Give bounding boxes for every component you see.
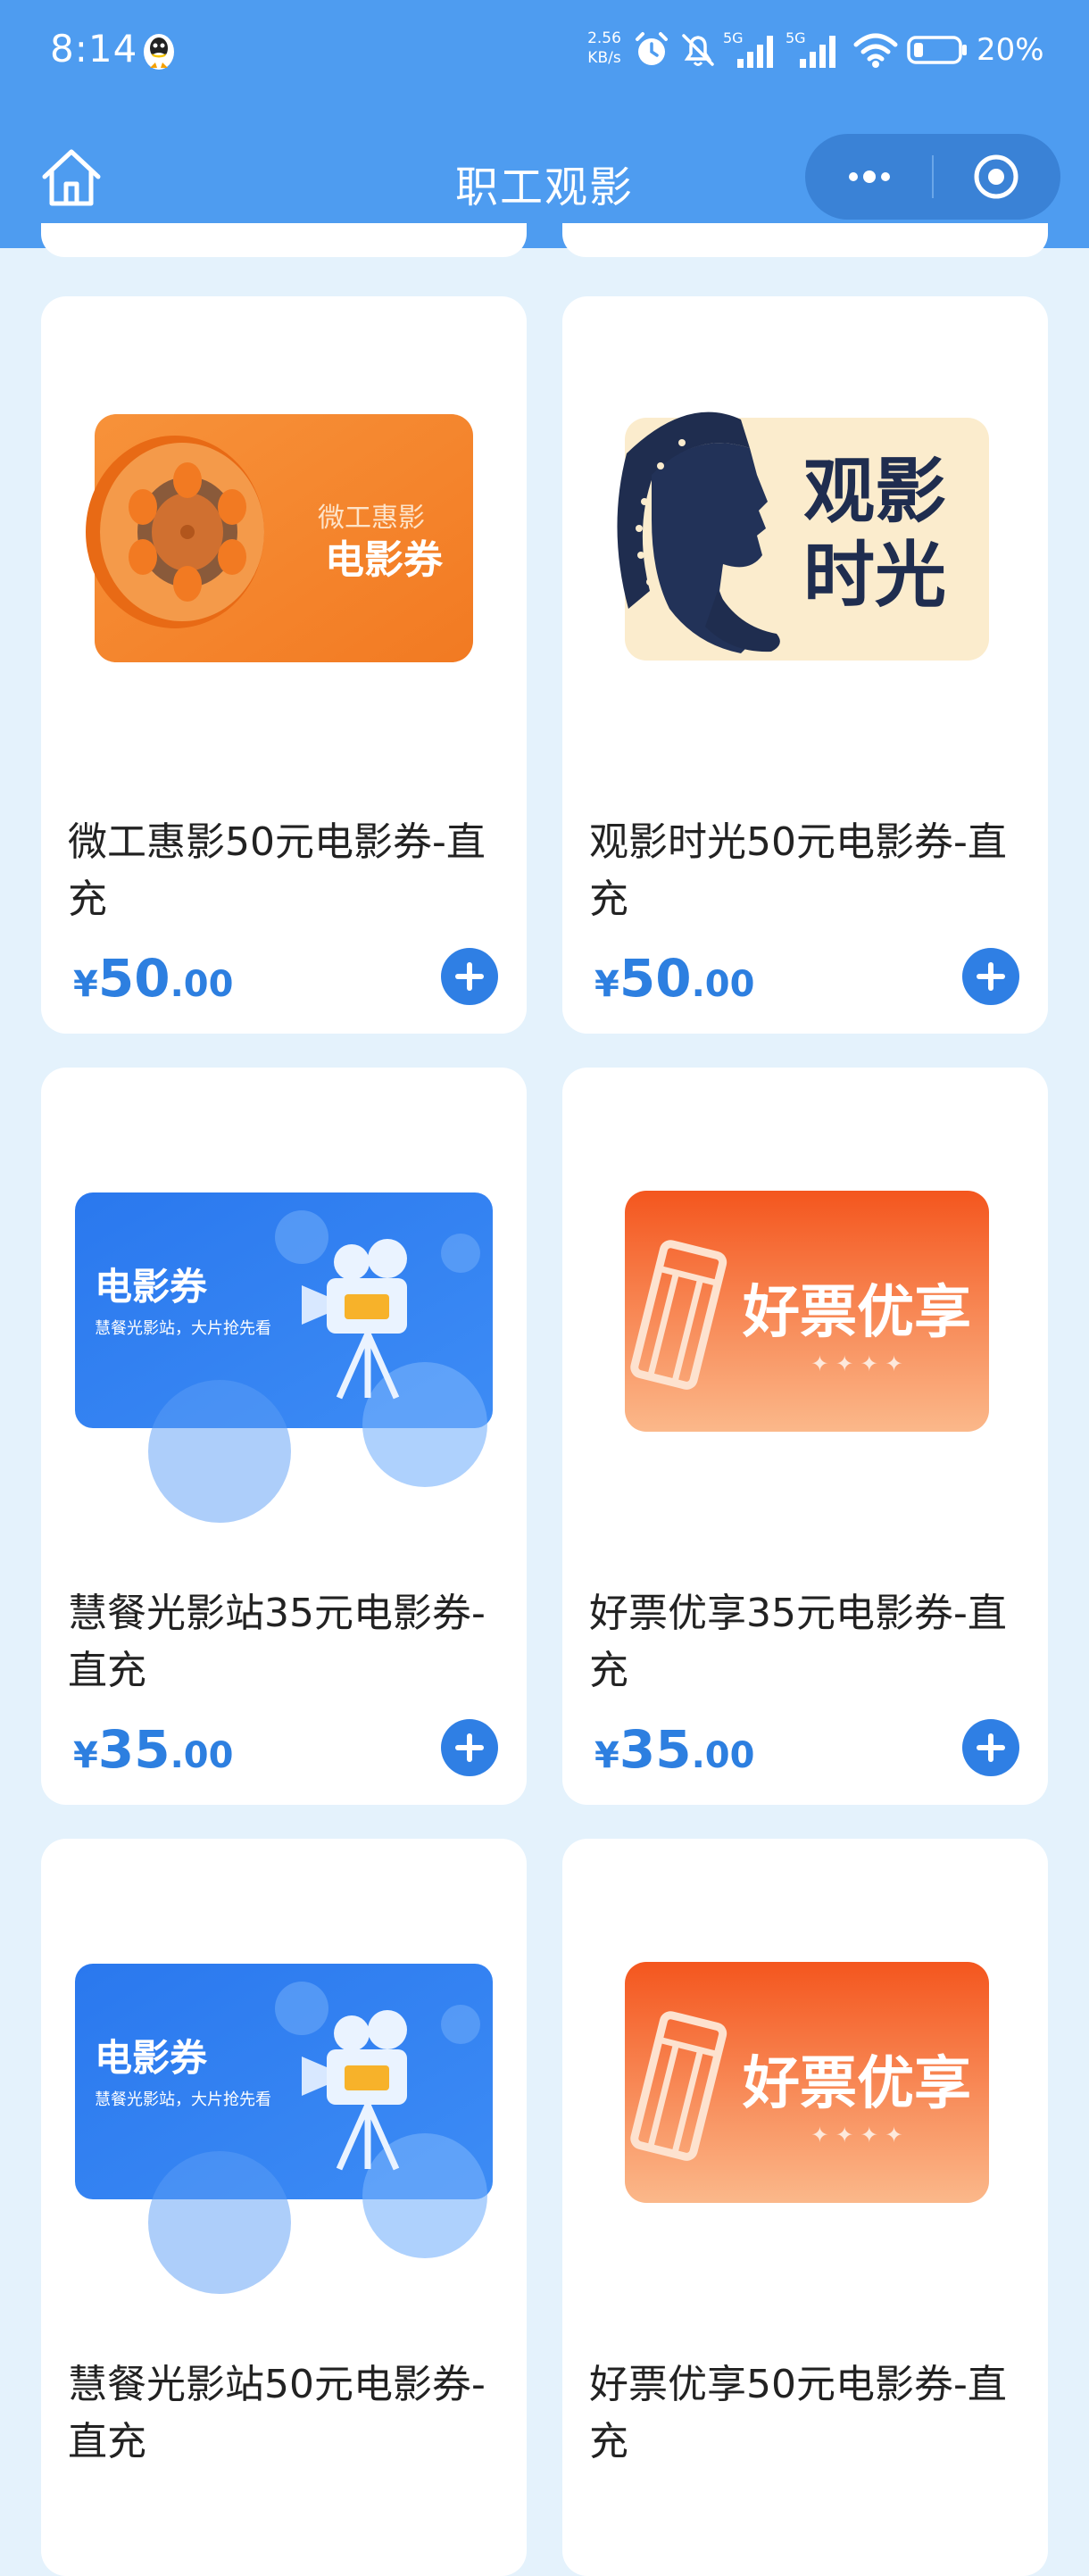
svg-text:✦ ✦ ✦ ✦: ✦ ✦ ✦ ✦	[811, 1351, 902, 1376]
image-title: 电影券	[95, 2036, 208, 2080]
product-card[interactable]: 电影券 慧餐光影站，大片抢先看 慧餐光影站50元电影券-直充	[41, 1839, 527, 2576]
product-card[interactable]: 观影 时光 观影时光50元电影券-直充 ¥50.00	[562, 296, 1048, 1034]
price-currency: ¥	[73, 964, 98, 1005]
price-integer: 50	[619, 948, 692, 1009]
price-decimal: .00	[691, 1735, 755, 1776]
network-speed-value: 2.56	[587, 29, 621, 47]
signal-5g-icon-2: 5G	[786, 30, 835, 68]
product-price: ¥35.00	[594, 1719, 754, 1780]
price-currency: ¥	[73, 1735, 98, 1776]
product-name[interactable]: 慧餐光影站35元电影券-直充	[68, 1585, 514, 1699]
previous-card-bottom	[41, 223, 527, 257]
product-name[interactable]: 微工惠影50元电影券-直充	[68, 814, 514, 928]
product-image-ticket: 好票优享 ✦ ✦ ✦ ✦	[625, 1962, 989, 2203]
image-big-text: 电影券	[325, 537, 444, 583]
price-decimal: .00	[170, 964, 234, 1005]
add-to-cart-button[interactable]	[962, 948, 1019, 1005]
product-image-film-reel: 微工惠影 电影券	[86, 414, 473, 662]
price-currency: ¥	[594, 1735, 619, 1776]
price-integer: 35	[97, 1719, 170, 1780]
price-integer: 35	[619, 1719, 692, 1780]
svg-text:5G: 5G	[723, 30, 744, 46]
product-card[interactable]: 好票优享 ✦ ✦ ✦ ✦ 好票优享50元电影券-直充	[562, 1839, 1048, 2576]
image-subtitle: 慧餐光影站，大片抢先看	[95, 1319, 271, 1338]
price-integer: 50	[97, 948, 170, 1009]
product-price: ¥50.00	[594, 948, 754, 1009]
close-target-icon[interactable]	[971, 152, 1021, 202]
image-title: 好票优享	[742, 2051, 971, 2117]
previous-card-bottom-2	[562, 223, 1048, 257]
image-title: 好票优享	[742, 1280, 971, 1346]
image-line2: 时光	[803, 534, 946, 617]
image-title: 电影券	[95, 1265, 208, 1309]
app-header: 8:14 2.56 KB/s 5G 5G 20% 职工观影	[0, 0, 1089, 248]
battery-percent: 20%	[977, 32, 1044, 68]
product-name[interactable]: 好票优享35元电影券-直充	[589, 1585, 1035, 1699]
product-image-watch-time: 观影 时光	[617, 411, 989, 661]
network-speed-unit: KB/s	[587, 49, 621, 67]
image-small-text: 微工惠影	[318, 503, 425, 534]
price-decimal: .00	[691, 964, 755, 1005]
svg-text:5G: 5G	[786, 30, 806, 46]
product-image-ticket: 好票优享 ✦ ✦ ✦ ✦	[625, 1191, 989, 1432]
network-speed: 2.56 KB/s	[582, 29, 627, 68]
product-price: ¥50.00	[73, 948, 233, 1009]
signal-5g-icon: 5G	[723, 30, 773, 68]
add-to-cart-button[interactable]	[962, 1719, 1019, 1776]
price-decimal: .00	[170, 1735, 234, 1776]
capsule-divider	[932, 155, 934, 198]
add-to-cart-button[interactable]	[441, 948, 498, 1005]
product-name[interactable]: 观影时光50元电影券-直充	[589, 814, 1035, 928]
more-icon[interactable]	[841, 159, 898, 195]
price-currency: ¥	[594, 964, 619, 1005]
product-card[interactable]: 微工惠影 电影券 微工惠影50元电影券-直充 ¥50.00	[41, 296, 527, 1034]
svg-text:✦ ✦ ✦ ✦: ✦ ✦ ✦ ✦	[811, 2123, 902, 2148]
product-card[interactable]: 好票优享 ✦ ✦ ✦ ✦ 好票优享35元电影券-直充 ¥35.00	[562, 1068, 1048, 1805]
product-image-movie-camera: 电影券 慧餐光影站，大片抢先看	[75, 1964, 493, 2294]
battery-icon	[907, 36, 967, 64]
alarm-icon	[636, 32, 668, 65]
wifi-icon	[853, 33, 898, 68]
product-price: ¥35.00	[73, 1719, 233, 1780]
product-name[interactable]: 好票优享50元电影券-直充	[589, 2356, 1035, 2471]
image-subtitle: 慧餐光影站，大片抢先看	[95, 2090, 271, 2109]
product-card[interactable]: 电影券 慧餐光影站，大片抢先看 慧餐光影站35元电影券-直充 ¥35.00	[41, 1068, 527, 1805]
image-line1: 观影	[803, 450, 946, 533]
product-name[interactable]: 慧餐光影站50元电影券-直充	[68, 2356, 514, 2471]
qq-icon	[144, 34, 174, 70]
status-bar: 8:14 2.56 KB/s 5G 5G 20%	[0, 0, 1089, 107]
status-time: 8:14	[50, 27, 138, 71]
add-to-cart-button[interactable]	[441, 1719, 498, 1776]
miniprogram-capsule	[805, 134, 1060, 220]
product-image-movie-camera: 电影券 慧餐光影站，大片抢先看	[75, 1192, 493, 1523]
mute-bell-icon	[682, 34, 714, 66]
